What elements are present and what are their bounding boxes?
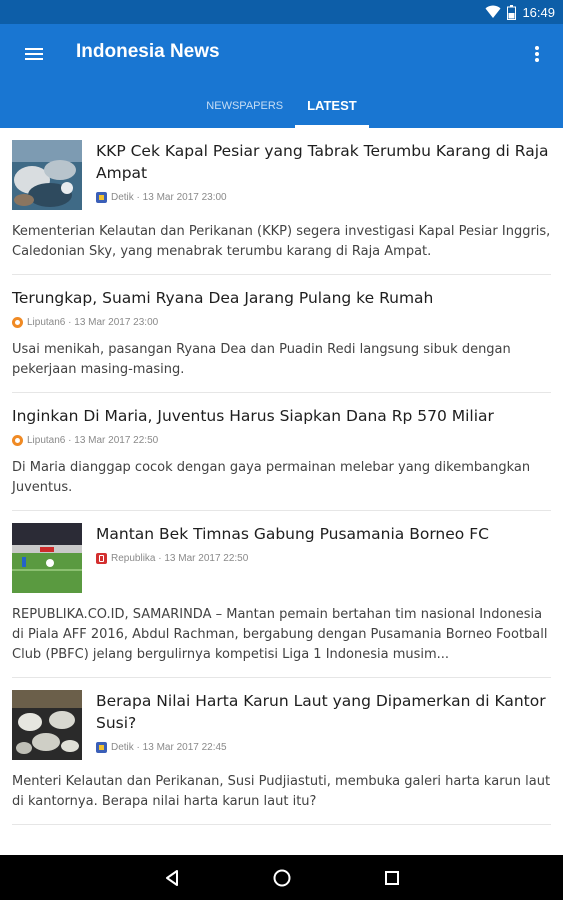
article-meta: Republika · 13 Mar 2017 22:50 (111, 553, 249, 564)
home-icon[interactable] (262, 858, 302, 898)
detik-icon (96, 742, 107, 753)
wifi-icon (485, 5, 501, 19)
liputan6-icon (12, 435, 23, 446)
article-list: KKP Cek Kapal Pesiar yang Tabrak Terumbu… (0, 128, 563, 855)
article-headline: KKP Cek Kapal Pesiar yang Tabrak Terumbu… (96, 142, 549, 182)
detik-icon (96, 192, 107, 203)
article-headline: Terungkap, Suami Ryana Dea Jarang Pulang… (12, 289, 434, 307)
hamburger-menu-icon[interactable] (16, 36, 52, 72)
app-title: Indonesia News (76, 41, 220, 62)
system-nav-bar (0, 855, 563, 900)
article-item[interactable]: Mantan Bek Timnas Gabung Pusamania Borne… (12, 511, 551, 678)
overflow-menu-icon[interactable] (523, 36, 551, 72)
article-summary: Usai menikah, pasangan Ryana Dea dan Pua… (12, 342, 511, 377)
article-meta: Liputan6 · 13 Mar 2017 22:50 (27, 435, 159, 446)
republika-icon (96, 553, 107, 564)
article-thumbnail (12, 690, 82, 760)
tab-bar: NEWSPAPERS LATEST (0, 90, 563, 128)
tab-latest[interactable]: LATEST (295, 90, 369, 128)
tab-newspapers[interactable]: NEWSPAPERS (194, 90, 295, 128)
status-time: 16:49 (522, 4, 555, 20)
article-headline: Mantan Bek Timnas Gabung Pusamania Borne… (96, 525, 489, 543)
battery-icon (507, 4, 517, 20)
recents-icon[interactable] (372, 858, 412, 898)
article-thumbnail (12, 140, 82, 210)
status-bar: 16:49 (0, 0, 563, 24)
article-summary: Di Maria dianggap cocok dengan gaya perm… (12, 460, 531, 495)
back-icon[interactable] (152, 858, 192, 898)
article-summary: Kementerian Kelautan dan Perikanan (KKP)… (12, 224, 551, 259)
article-thumbnail (12, 523, 82, 593)
article-meta: Liputan6 · 13 Mar 2017 23:00 (27, 317, 159, 328)
article-meta: Detik · 13 Mar 2017 23:00 (111, 192, 227, 203)
article-item[interactable]: Inginkan Di Maria, Juventus Harus Siapka… (12, 393, 551, 511)
article-headline: Inginkan Di Maria, Juventus Harus Siapka… (12, 407, 494, 425)
article-item[interactable]: Terungkap, Suami Ryana Dea Jarang Pulang… (12, 275, 551, 393)
article-summary: REPUBLIKA.CO.ID, SAMARINDA – Mantan pema… (12, 607, 548, 662)
article-headline: Berapa Nilai Harta Karun Laut yang Dipam… (96, 692, 546, 732)
article-item[interactable]: Berapa Nilai Harta Karun Laut yang Dipam… (12, 678, 551, 825)
app-bar: Indonesia News NEWSPAPERS LATEST (0, 24, 563, 128)
liputan6-icon (12, 317, 23, 328)
article-summary: Menteri Kelautan dan Perikanan, Susi Pud… (12, 774, 551, 809)
article-meta: Detik · 13 Mar 2017 22:45 (111, 742, 227, 753)
article-item[interactable]: KKP Cek Kapal Pesiar yang Tabrak Terumbu… (12, 128, 551, 275)
